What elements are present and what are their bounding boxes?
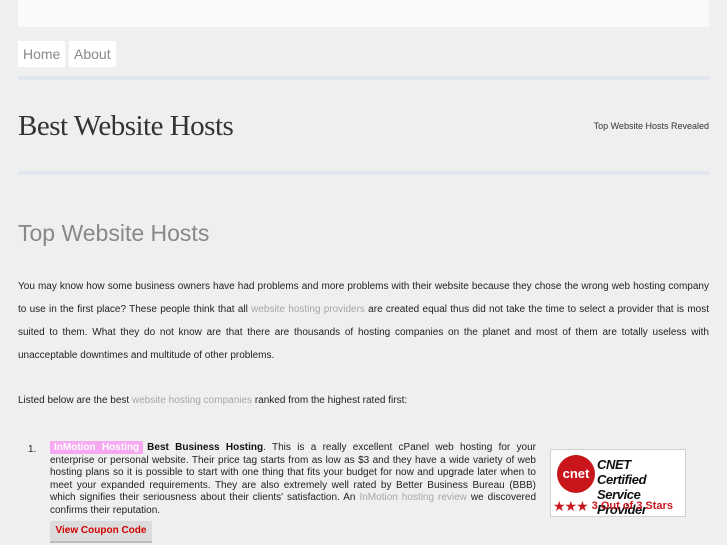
cnet-rating: ★★★ 3 Out of 3 Stars [551,496,685,516]
site-tagline: Top Website Hosts Revealed [593,121,709,131]
cnet-logo: cnet [557,455,595,493]
list-intro-text: Listed below are the best [18,395,132,406]
top-bar [18,0,709,27]
list-item-number: 1. [28,444,37,455]
hosting-providers-link[interactable]: website hosting providers [251,304,365,315]
review-link[interactable]: InMotion hosting review [359,492,466,503]
list-intro-paragraph: Listed below are the best website hostin… [18,389,709,412]
list-item: InMotion Hosting Best Business Hosting. T… [50,441,536,517]
nav-home-link[interactable]: Home [18,41,65,67]
rating-label: 3 Out of 3 Stars [591,500,673,512]
view-coupon-button[interactable]: View Coupon Code [50,521,152,543]
divider [18,76,709,80]
divider [18,171,709,175]
page-title: Top Website Hosts [18,220,210,246]
list-intro-text: ranked from the highest rated first: [252,395,408,406]
site-title[interactable]: Best Website Hosts [18,110,234,143]
intro-paragraph: You may know how some business owners ha… [18,275,709,367]
hosting-companies-link[interactable]: website hosting companies [132,395,252,406]
cnet-certified-badge: cnet CNET Certified Service Provider ★★★… [550,449,686,517]
cnet-header: cnet CNET Certified Service Provider [553,452,683,517]
cnet-line-1: CNET Certified [597,457,647,487]
host-category: Best Business Hosting [147,442,264,453]
host-name-badge[interactable]: InMotion Hosting [50,441,144,454]
star-rating-icon: ★★★ [553,497,589,514]
main-nav: Home About [18,41,116,67]
nav-about-link[interactable]: About [69,41,116,67]
